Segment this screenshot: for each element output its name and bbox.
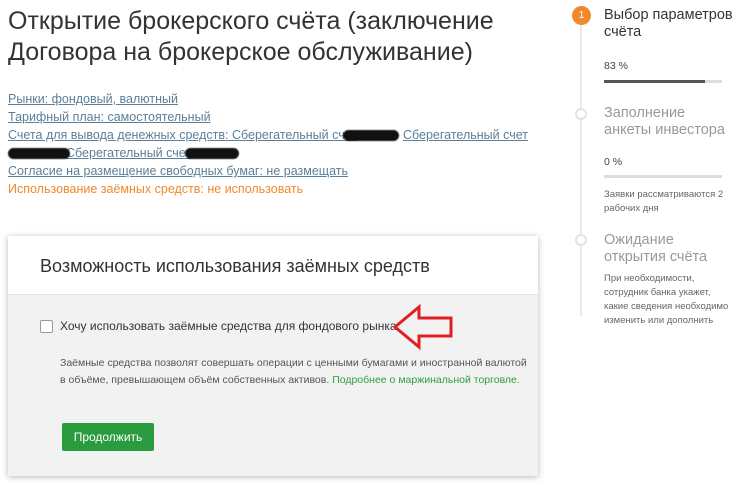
annotation-arrow-icon bbox=[393, 304, 453, 350]
step-3-title: Ожидание открытия счёта bbox=[604, 232, 708, 265]
step-3-note: При необходимости, сотрудник банка укаже… bbox=[604, 273, 729, 326]
param-accounts-link[interactable]: Счета для вывода денежных средств: Сбере… bbox=[8, 126, 568, 144]
step-2-title: Заполнение анкеты инвестора bbox=[604, 105, 725, 138]
borrowed-funds-checkbox-label[interactable]: Хочу использовать заёмные средства для ф… bbox=[60, 319, 397, 333]
step-1-progress-bar bbox=[604, 80, 722, 83]
margin-trading-link[interactable]: Подробнее о маржинальной торговле. bbox=[332, 374, 520, 386]
step-1-percent: 83 % bbox=[604, 60, 628, 72]
step-3-dot bbox=[575, 234, 587, 246]
redaction-scribble bbox=[185, 148, 240, 160]
continue-button[interactable]: Продолжить bbox=[62, 423, 154, 451]
param-markets-link[interactable]: Рынки: фондовый, валютный bbox=[8, 90, 568, 108]
page-title: Открытие брокерского счёта (заключение Д… bbox=[8, 7, 494, 66]
accounts-label: Счета для вывода денежных средств: Сбере… bbox=[8, 128, 357, 142]
card-body: Хочу использовать заёмные средства для ф… bbox=[8, 295, 538, 476]
borrowed-funds-card: Возможность использования заёмных средст… bbox=[8, 236, 538, 476]
borrowed-funds-option[interactable]: Хочу использовать заёмные средства для ф… bbox=[40, 319, 397, 333]
borrowed-funds-checkbox[interactable] bbox=[40, 319, 53, 333]
step-2-percent: 0 % bbox=[604, 156, 623, 168]
step-1-title: Выбор параметров счёта bbox=[604, 7, 733, 40]
selected-parameters: Рынки: фондовый, валютный Тарифный план:… bbox=[8, 90, 568, 198]
param-accounts-continued-link[interactable]: Сберегательный счет bbox=[8, 144, 568, 162]
steps-timeline-line bbox=[580, 16, 582, 316]
card-title: Возможность использования заёмных средст… bbox=[40, 256, 430, 276]
accounts-second-label: Сберегательный счет bbox=[402, 128, 529, 142]
redaction-scribble bbox=[8, 148, 70, 160]
param-tariff-link[interactable]: Тарифный план: самостоятельный bbox=[8, 108, 568, 126]
accounts-third-label: Сберегательный счет bbox=[66, 146, 192, 160]
step-1-number: 1 bbox=[572, 6, 591, 25]
step-2-progress-bar bbox=[604, 175, 722, 178]
param-borrowed-funds-link[interactable]: Использование заёмных средств: не исполь… bbox=[8, 180, 568, 198]
redaction-scribble bbox=[342, 130, 399, 142]
step-2-note: Заявки рассматриваются 2 рабочих дня bbox=[604, 189, 724, 214]
step-1-progress-fill bbox=[604, 80, 706, 83]
borrowed-funds-description: Заёмные средства позволят совершать опер… bbox=[60, 355, 530, 389]
step-2-dot bbox=[575, 108, 587, 120]
param-lending-link[interactable]: Согласие на размещение свободных бумаг: … bbox=[8, 162, 568, 180]
card-header: Возможность использования заёмных средст… bbox=[8, 236, 538, 295]
